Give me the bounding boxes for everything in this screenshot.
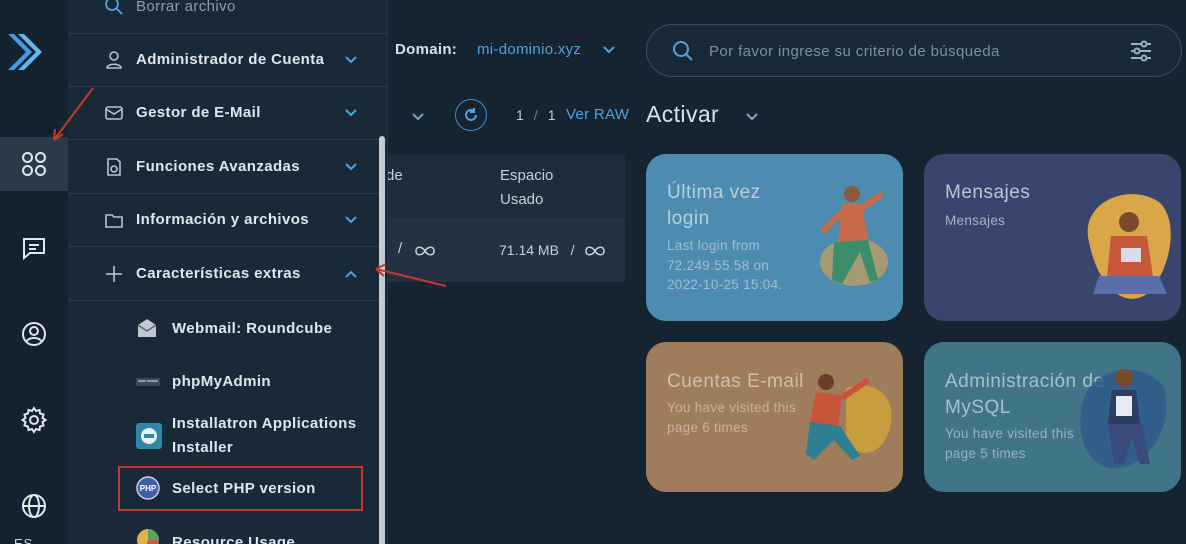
table-row: / 71.14 MB / <box>380 218 625 282</box>
advanced-settings-icon <box>107 158 121 176</box>
card-last-login[interactable]: Última vez login Last login from 72.249.… <box>646 154 903 321</box>
submenu-item-label: Resource Usage <box>172 534 296 544</box>
gear-icon <box>20 406 48 434</box>
card-title: Mensajes <box>945 182 1031 203</box>
search-icon <box>673 41 693 61</box>
domain-selector[interactable]: mi-dominio.xyz <box>477 41 581 58</box>
card-mysql-admin[interactable]: Administración de MySQL You have visited… <box>924 342 1181 492</box>
rail-settings-button[interactable] <box>0 393 68 447</box>
card-subtitle: You have visited this page 5 times <box>945 426 1074 461</box>
user-circle-icon <box>22 322 46 346</box>
menu-item-label: Gestor de E-Mail <box>136 104 261 121</box>
app-logo-icon[interactable] <box>4 30 44 74</box>
menu-item-label: Borrar archivo <box>136 0 236 15</box>
menu-item-label: Funciones Avanzadas <box>136 158 301 175</box>
card-title: Última vez login <box>667 182 761 229</box>
chevron-down-icon <box>345 216 357 224</box>
chevron-down-icon <box>345 56 357 64</box>
phpmyadmin-icon <box>136 378 160 386</box>
rail-profile-button[interactable] <box>0 307 68 361</box>
menu-scrollbar[interactable] <box>379 136 385 544</box>
rail-messages-button[interactable] <box>0 221 68 275</box>
globe-icon <box>22 494 46 518</box>
plus-icon <box>106 266 122 282</box>
search-bar <box>646 24 1182 77</box>
pagination: 1 / 1 <box>516 107 565 123</box>
submenu-item-roundcube[interactable]: Webmail: Roundcube <box>68 303 388 355</box>
person-kneeling-illustration <box>806 374 892 460</box>
left-icon-rail: ES <box>0 0 68 544</box>
person-walking-illustration <box>819 186 888 286</box>
chevron-down-icon <box>345 109 357 117</box>
chat-icon <box>23 238 45 261</box>
person-reading-illustration <box>1087 194 1171 299</box>
rail-language-button[interactable] <box>0 479 68 533</box>
chevron-down-icon[interactable] <box>602 42 616 56</box>
person-sitting-illustration <box>1080 369 1167 468</box>
roundcube-icon <box>137 319 157 337</box>
filter-settings-icon[interactable] <box>1129 39 1153 63</box>
chevron-down-icon[interactable] <box>744 110 760 124</box>
menu-item-advanced-functions[interactable]: Funciones Avanzadas <box>68 141 388 194</box>
table-cell-separator: / <box>398 240 403 257</box>
domain-label: Domain: <box>395 41 458 58</box>
usage-table: de Espacio Usado / 71.14 MB / <box>380 155 625 282</box>
language-code: ES <box>14 536 34 544</box>
submenu-item-label: Installatron Applications Installer <box>172 415 357 456</box>
page-total: 1 <box>547 107 556 123</box>
submenu-item-installatron[interactable]: Installatron Applications Installer <box>68 411 388 465</box>
menu-item-label: Características extras <box>136 265 301 282</box>
chevron-down-icon <box>345 163 357 171</box>
refresh-icon <box>465 108 477 121</box>
refresh-button[interactable] <box>455 99 487 131</box>
submenu-item-label: phpMyAdmin <box>172 373 271 390</box>
resource-usage-icon <box>137 529 159 544</box>
folder-icon <box>105 214 123 228</box>
table-header-partial: de <box>386 167 403 184</box>
submenu-item-phpmyadmin[interactable]: phpMyAdmin <box>68 357 388 409</box>
search-input[interactable] <box>709 39 1109 63</box>
activar-dropdown[interactable]: Activar <box>646 101 719 128</box>
rail-apps-button[interactable] <box>0 137 68 191</box>
card-subtitle: Mensajes <box>945 213 1006 228</box>
menu-item-delete-file[interactable]: Borrar archivo <box>68 0 388 34</box>
main-menu-panel: Borrar archivo Administrador de Cuenta G… <box>68 0 388 544</box>
page-separator: / <box>533 107 538 123</box>
installatron-icon <box>136 423 162 449</box>
grid-apps-icon <box>22 152 46 176</box>
menu-item-label: Administrador de Cuenta <box>136 51 325 68</box>
user-icon <box>106 51 122 69</box>
submenu-item-resource-usage[interactable]: Resource Usage <box>68 520 388 544</box>
menu-item-label: Información y archivos <box>136 211 310 228</box>
mail-icon <box>105 106 123 120</box>
search-icon <box>105 0 123 15</box>
menu-item-extra-features[interactable]: Características extras <box>68 248 388 301</box>
chevron-down-icon[interactable] <box>410 110 426 124</box>
card-email-accounts[interactable]: Cuentas E-mail You have visited this pag… <box>646 342 903 492</box>
card-messages[interactable]: Mensajes Mensajes <box>924 154 1181 321</box>
submenu-item-label: Webmail: Roundcube <box>172 320 333 337</box>
menu-item-info-files[interactable]: Información y archivos <box>68 194 388 247</box>
infinity-icon <box>415 246 435 256</box>
page-current: 1 <box>516 107 524 123</box>
annotation-highlight-box <box>118 466 363 511</box>
table-cell-disk-used: 71.14 MB / <box>499 242 575 258</box>
infinity-icon <box>585 246 605 256</box>
card-subtitle: Last login from 72.249.55.58 on 2022-10-… <box>667 238 783 292</box>
menu-item-email-manager[interactable]: Gestor de E-Mail <box>68 87 388 140</box>
card-title: Cuentas E-mail <box>667 371 804 392</box>
chevron-up-icon <box>345 270 357 278</box>
view-raw-link[interactable]: Ver RAW <box>566 106 629 123</box>
menu-item-account-manager[interactable]: Administrador de Cuenta <box>68 34 388 87</box>
table-header-disk-usage: Espacio Usado <box>500 167 554 208</box>
